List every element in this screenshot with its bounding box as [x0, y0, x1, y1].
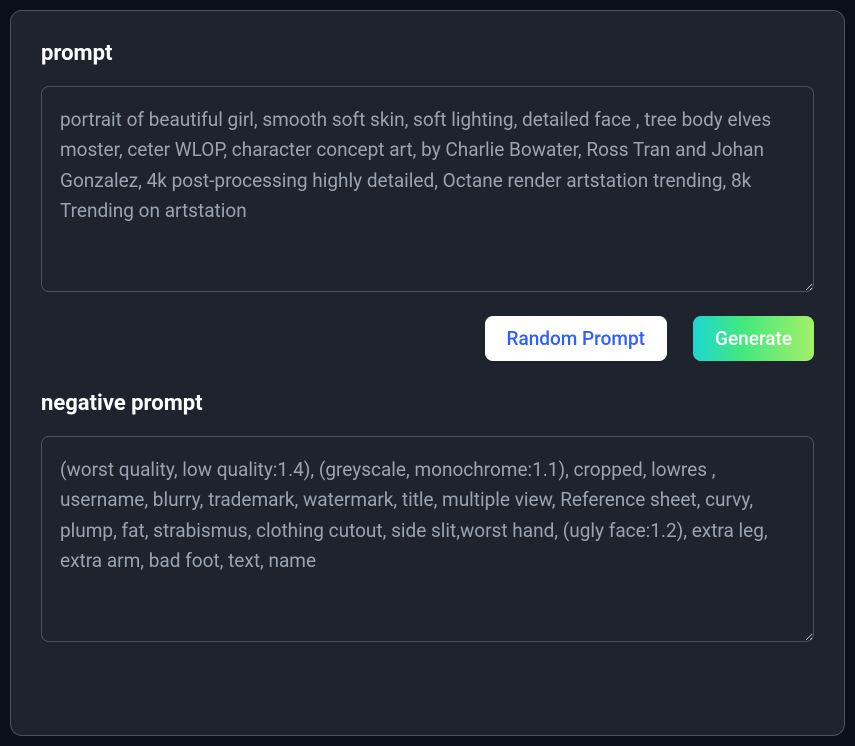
prompt-textarea-wrapper: [41, 86, 814, 296]
prompt-label: prompt: [41, 41, 814, 66]
prompt-input[interactable]: [41, 86, 814, 292]
prompt-panel: prompt Random Prompt Generate negative p…: [10, 10, 845, 736]
random-prompt-button[interactable]: Random Prompt: [485, 316, 667, 361]
negative-prompt-label: negative prompt: [41, 391, 814, 416]
negative-prompt-textarea-wrapper: [41, 436, 814, 646]
generate-button[interactable]: Generate: [693, 316, 814, 361]
button-row: Random Prompt Generate: [41, 316, 814, 361]
negative-prompt-input[interactable]: [41, 436, 814, 642]
